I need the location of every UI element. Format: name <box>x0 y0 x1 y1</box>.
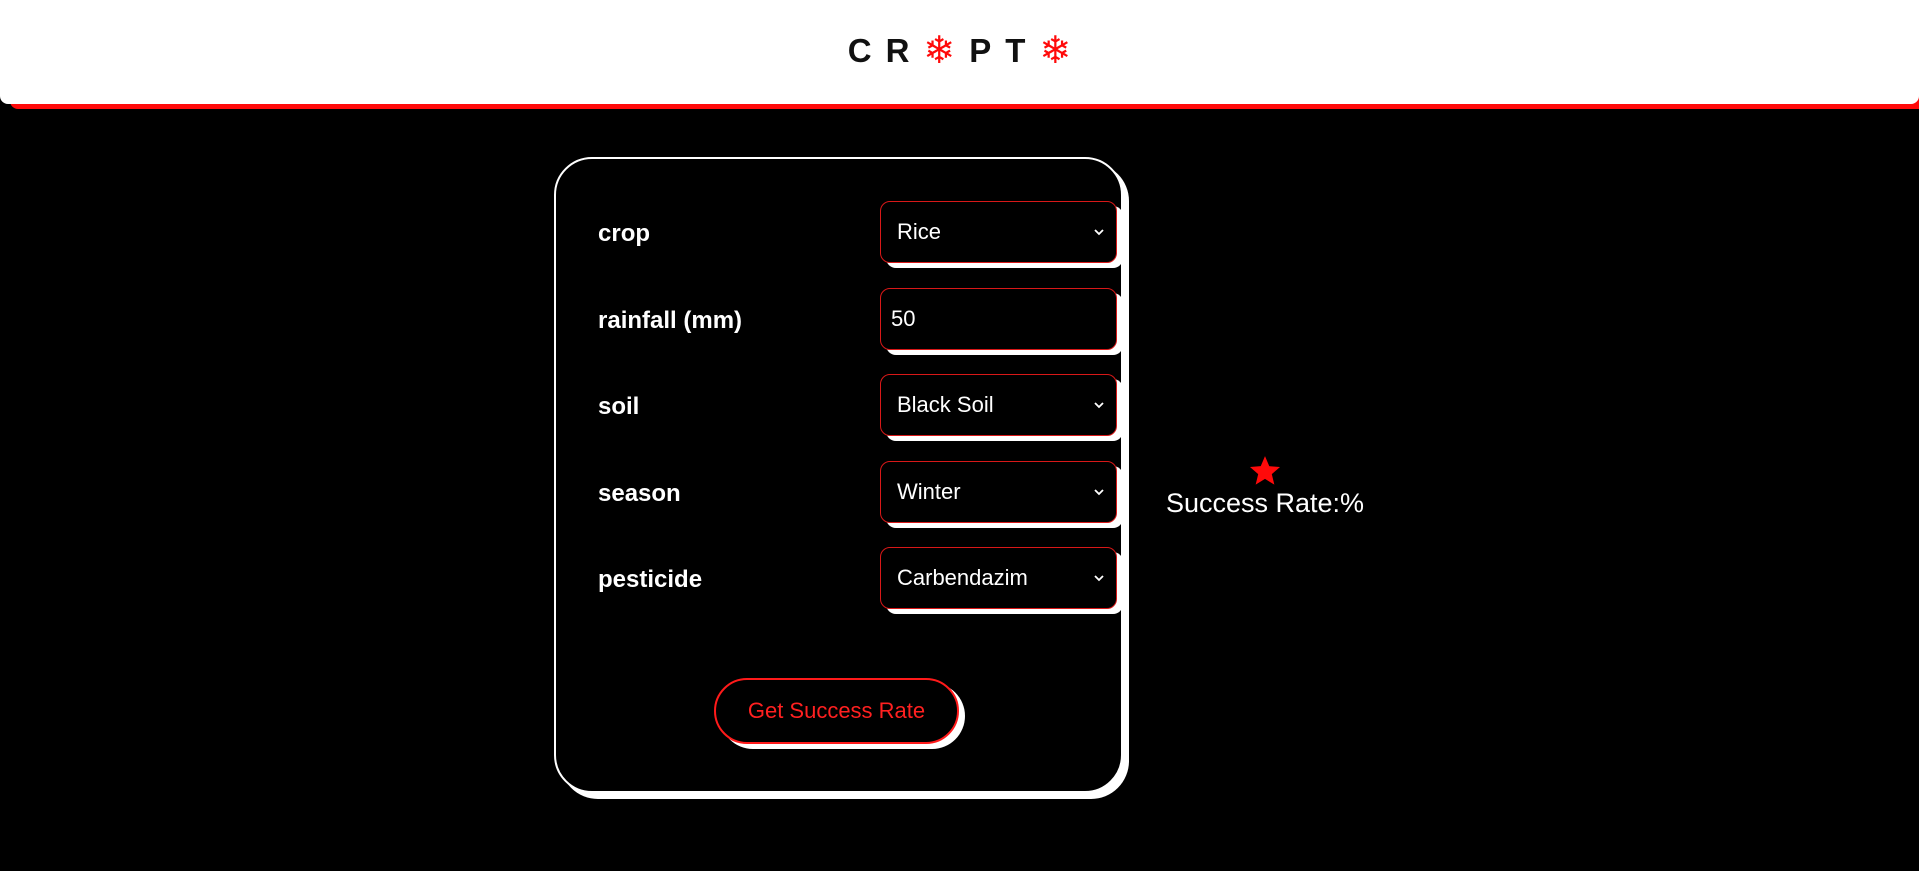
pesticide-select[interactable]: Carbendazim <box>880 547 1117 609</box>
chevron-down-icon <box>1094 575 1104 582</box>
season-select[interactable]: Winter <box>880 461 1117 523</box>
crop-select-value: Rice <box>897 219 942 244</box>
crop-select[interactable]: Rice <box>880 201 1117 263</box>
form-row-pesticide: pesticide Carbendazim <box>598 547 1117 613</box>
snowflake-icon: ❄ <box>1039 30 1072 72</box>
logo-letter-t: T <box>1005 32 1026 69</box>
soil-label: soil <box>598 393 640 420</box>
form-row-soil: soil Black Soil <box>598 374 1117 440</box>
logo-letter-r: R <box>885 32 910 69</box>
soil-select[interactable]: Black Soil <box>880 374 1117 436</box>
rainfall-input-value: 50 <box>891 306 916 331</box>
pesticide-label: pesticide <box>598 566 703 593</box>
rainfall-input[interactable]: 50 <box>880 288 1117 350</box>
chevron-down-icon <box>1094 229 1104 236</box>
logo-letter-p: P <box>969 32 992 69</box>
chevron-down-icon <box>1094 402 1104 409</box>
snowflake-icon: ❄ <box>923 30 956 72</box>
prediction-form-card: crop Rice rainfall (mm) 50 soil Black So… <box>554 157 1123 793</box>
pesticide-select-value: Carbendazim <box>897 565 1028 590</box>
app-header: C R ❄ P T ❄ <box>0 0 1919 104</box>
app-logo[interactable]: C R ❄ P T ❄ <box>848 32 1072 70</box>
rainfall-label: rainfall (mm) <box>598 307 743 334</box>
get-success-rate-button[interactable]: Get Success Rate <box>714 678 959 744</box>
season-label: season <box>598 480 681 507</box>
success-rate-text: Success Rate:% <box>1165 488 1365 518</box>
form-row-crop: crop Rice <box>598 201 1117 267</box>
soil-select-value: Black Soil <box>897 392 994 417</box>
form-row-rainfall: rainfall (mm) 50 <box>598 288 1117 354</box>
success-rate-result: Success Rate:% <box>1155 454 1375 519</box>
logo-letter-c: C <box>847 32 872 69</box>
form-row-season: season Winter <box>598 461 1117 527</box>
crop-label: crop <box>598 220 651 247</box>
star-icon <box>1249 456 1281 485</box>
season-select-value: Winter <box>897 479 961 504</box>
chevron-down-icon <box>1094 489 1104 496</box>
